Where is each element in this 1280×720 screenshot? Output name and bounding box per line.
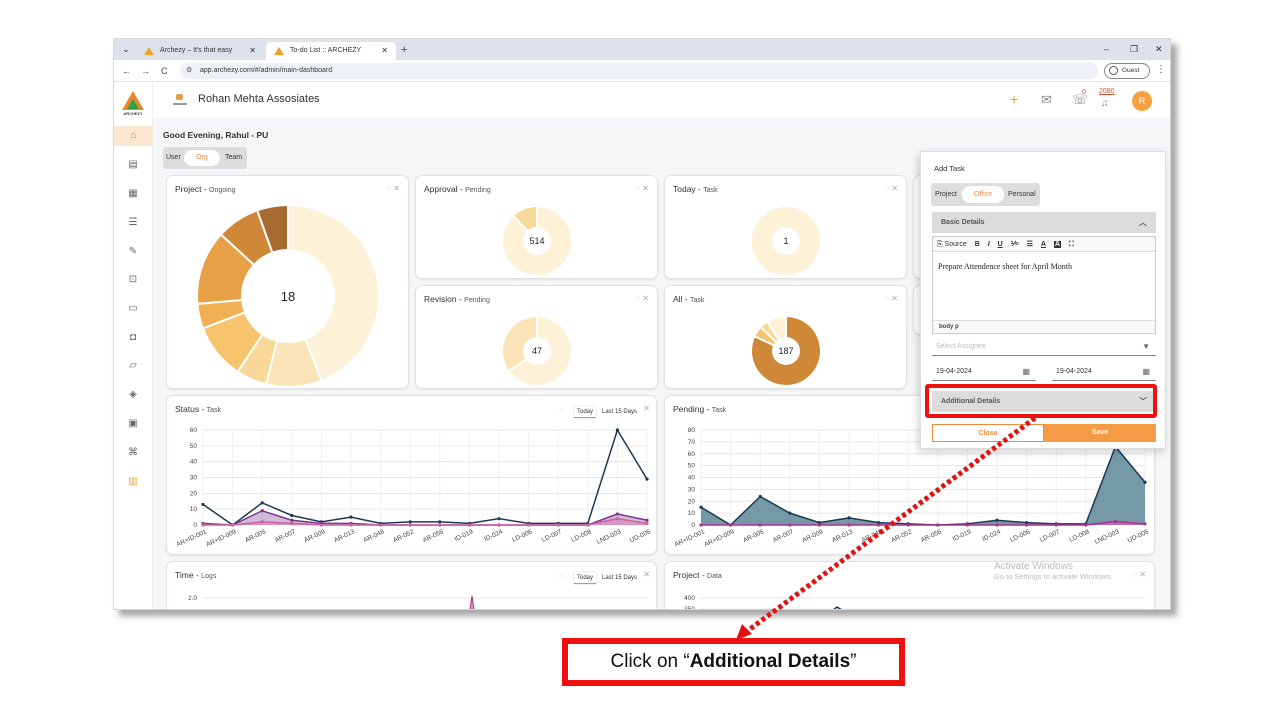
instruction-callout: Click on “Additional Details” — [562, 638, 905, 686]
dotted-arrow — [736, 415, 1037, 640]
